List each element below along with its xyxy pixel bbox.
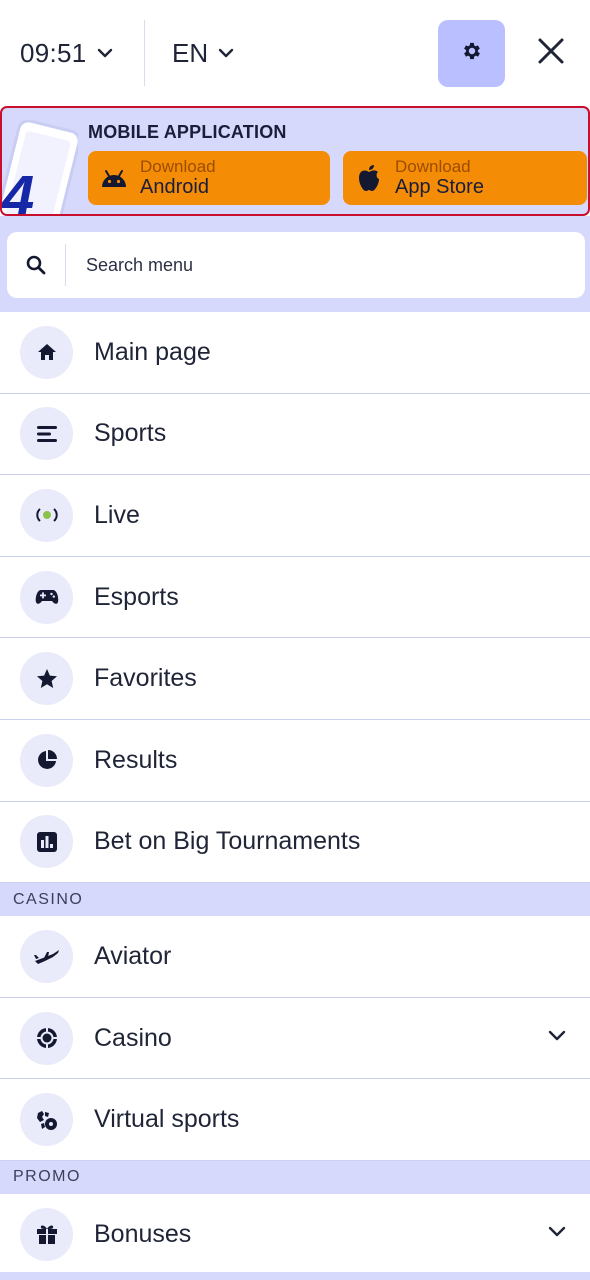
bottom-section-strip (0, 1272, 590, 1280)
menu-item-label: Main page (94, 337, 211, 366)
menu-item-label: Virtual sports (94, 1105, 240, 1134)
menu-item-label: Bonuses (94, 1219, 192, 1248)
section-header-promo: PROMO (0, 1160, 590, 1194)
download-app-store-button[interactable]: Download App Store (343, 151, 587, 205)
ios-small-label: Download (395, 156, 471, 176)
gear-icon (461, 40, 483, 67)
menu-item-label: Esports (94, 582, 179, 611)
menu-item-virtual-sports[interactable]: Virtual sports (0, 1079, 590, 1161)
phone-logo-image: 4 (1, 119, 81, 216)
android-icon (88, 168, 140, 188)
menu-item-label: Favorites (94, 664, 197, 693)
time-value: 09:51 (20, 37, 87, 68)
menu-item-label: Results (94, 745, 178, 774)
chevron-down-icon[interactable] (548, 1029, 566, 1047)
ios-big-label: App Store (395, 176, 484, 199)
menu-item-main-page[interactable]: Main page (0, 312, 590, 394)
bar-chart-icon (20, 815, 73, 869)
apple-icon (343, 164, 395, 192)
banner-title: MOBILE APPLICATION (88, 122, 287, 142)
menu-item-casino[interactable]: Casino (0, 997, 590, 1080)
menu-item-label: Sports (94, 419, 167, 448)
menu-item-aviator[interactable]: Aviator (0, 916, 590, 998)
menu-item-bet-on-big-tournaments[interactable]: Bet on Big Tournaments (0, 801, 590, 884)
top-bar: 09:51 EN (0, 0, 590, 106)
close-button[interactable] (532, 34, 570, 72)
android-small-label: Download (140, 156, 216, 176)
search-section (0, 216, 590, 312)
menu-item-favorites[interactable]: Favorites (0, 638, 590, 720)
live-broadcast-icon (20, 488, 73, 542)
star-icon (20, 652, 73, 706)
language-selector[interactable]: EN (172, 36, 234, 70)
close-icon (537, 37, 565, 70)
section-header-casino: CASINO (0, 883, 590, 917)
search-input[interactable] (86, 254, 526, 276)
settings-button[interactable] (438, 20, 505, 87)
language-value: EN (172, 37, 209, 68)
home-icon (20, 325, 73, 379)
airplane-icon (20, 929, 73, 983)
menu-item-bonuses[interactable]: Bonuses (0, 1193, 590, 1276)
sports-list-icon (20, 407, 73, 461)
mobile-app-banner: 4 MOBILE APPLICATION Download Android Do… (0, 106, 590, 216)
chevron-down-icon (218, 48, 234, 58)
android-big-label: Android (140, 176, 209, 199)
virtual-sports-icon (20, 1093, 73, 1147)
menu-item-label: Bet on Big Tournaments (94, 827, 361, 856)
svg-text:4: 4 (1, 164, 34, 216)
search-box (7, 232, 585, 298)
search-divider (65, 244, 66, 286)
menu-item-live[interactable]: Live (0, 475, 590, 557)
chevron-down-icon (97, 48, 113, 58)
search-icon[interactable] (7, 255, 65, 275)
gift-icon (20, 1207, 73, 1261)
gamepad-icon (20, 570, 73, 624)
chevron-down-icon[interactable] (548, 1225, 566, 1243)
menu-item-results[interactable]: Results (0, 719, 590, 802)
menu-item-label: Aviator (94, 941, 172, 970)
menu-item-esports[interactable]: Esports (0, 556, 590, 639)
menu-item-label: Live (94, 500, 140, 529)
side-menu: Main page Sports Live Esports Favorites … (0, 312, 590, 1276)
menu-item-label: Casino (94, 1023, 172, 1052)
time-selector[interactable]: 09:51 (20, 36, 113, 70)
download-android-button[interactable]: Download Android (88, 151, 330, 205)
header-divider (144, 20, 145, 86)
menu-item-sports[interactable]: Sports (0, 393, 590, 476)
casino-chip-icon (20, 1011, 73, 1065)
pie-chart-icon (20, 733, 73, 787)
